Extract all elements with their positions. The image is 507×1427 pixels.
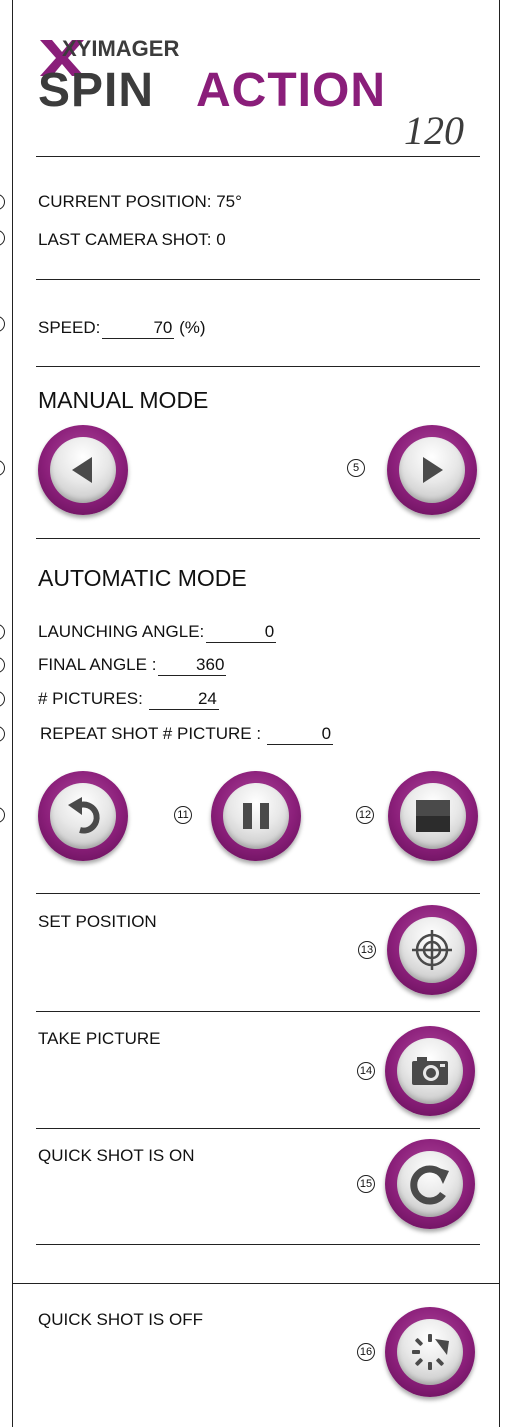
final-angle-input[interactable]: 360 <box>158 655 227 676</box>
launching-angle-input[interactable]: 0 <box>206 622 277 643</box>
edge-marker <box>0 807 5 823</box>
final-angle-label: FINAL ANGLE : <box>38 655 157 674</box>
camera-icon <box>412 1057 448 1085</box>
set-position-label: SET POSITION <box>38 912 157 931</box>
last-camera-shot-text: LAST CAMERA SHOT: 0 <box>38 230 226 249</box>
title-action: ACTION <box>196 64 386 117</box>
take-picture-button[interactable] <box>385 1026 475 1116</box>
speed-input[interactable]: 70 <box>102 318 175 339</box>
pause-button[interactable] <box>211 771 301 861</box>
edge-marker <box>0 691 5 707</box>
refresh-icon <box>410 1165 449 1205</box>
launching-angle-row: LAUNCHING ANGLE: 0 <box>38 622 277 643</box>
current-position-text: CURRENT POSITION: 75° <box>38 192 242 211</box>
edge-marker <box>0 657 5 673</box>
stop-button[interactable] <box>388 771 478 861</box>
edge-marker <box>0 726 5 742</box>
quick-shot-off-button[interactable] <box>385 1307 475 1397</box>
pictures-input[interactable]: 24 <box>148 689 219 710</box>
edge-marker <box>0 194 5 210</box>
repeat-shot-label: REPEAT SHOT # PICTURE : <box>40 724 262 743</box>
divider <box>36 279 480 280</box>
repeat-shot-row: REPEAT SHOT # PICTURE : 0 <box>40 724 334 745</box>
divider <box>36 1128 480 1129</box>
speed-row: SPEED: 70 (%) <box>38 318 206 339</box>
take-picture-label: TAKE PICTURE <box>38 1029 161 1048</box>
title-spin: SPIN <box>38 64 154 117</box>
edge-marker <box>0 624 5 640</box>
marker-11: 11 <box>174 806 192 824</box>
divider <box>36 893 480 894</box>
reset-button[interactable] <box>38 771 128 861</box>
marker-15: 15 <box>357 1175 375 1193</box>
edge-marker <box>0 230 5 246</box>
pause-icon <box>243 803 269 829</box>
quick-shot-off-label: QUICK SHOT IS OFF <box>38 1310 203 1329</box>
quick-shot-on-label: QUICK SHOT IS ON <box>38 1146 195 1165</box>
rotate-left-button[interactable] <box>38 425 128 515</box>
crosshair-icon <box>412 930 452 970</box>
divider <box>36 366 480 367</box>
pictures-label: # PICTURES: <box>38 689 143 708</box>
speed-label: SPEED: <box>38 318 101 337</box>
divider <box>36 1011 480 1012</box>
pictures-row: # PICTURES: 24 <box>38 689 219 710</box>
marker-14: 14 <box>357 1062 375 1080</box>
repeat-shot-input[interactable]: 0 <box>267 724 334 745</box>
set-position-button[interactable] <box>387 905 477 995</box>
edge-marker <box>0 316 5 332</box>
marker-12: 12 <box>356 806 374 824</box>
speed-unit: (%) <box>179 318 206 337</box>
stop-icon <box>416 800 450 832</box>
launching-angle-label: LAUNCHING ANGLE: <box>38 622 205 641</box>
arrow-right-icon <box>423 457 443 483</box>
divider <box>36 156 480 157</box>
brand-text: XYIMAGER <box>62 36 179 61</box>
marker-13: 13 <box>358 941 376 959</box>
marker-16: 16 <box>357 1343 375 1361</box>
divider <box>36 1244 480 1245</box>
model-number: 120 <box>404 108 464 153</box>
automatic-mode-title: AUTOMATIC MODE <box>38 565 247 591</box>
arrow-left-icon <box>72 457 92 483</box>
loading-icon <box>412 1334 449 1370</box>
rotate-right-button[interactable] <box>387 425 477 515</box>
divider <box>36 538 480 539</box>
marker-5: 5 <box>347 459 365 477</box>
edge-marker <box>0 460 5 476</box>
undo-icon <box>68 797 100 834</box>
quick-shot-on-button[interactable] <box>385 1139 475 1229</box>
manual-mode-title: MANUAL MODE <box>38 387 209 413</box>
final-angle-row: FINAL ANGLE :360 <box>38 655 227 676</box>
section-divider <box>12 1283 500 1284</box>
spinaction-logo: XYIMAGER SPIN ACTION 120 <box>38 36 464 153</box>
